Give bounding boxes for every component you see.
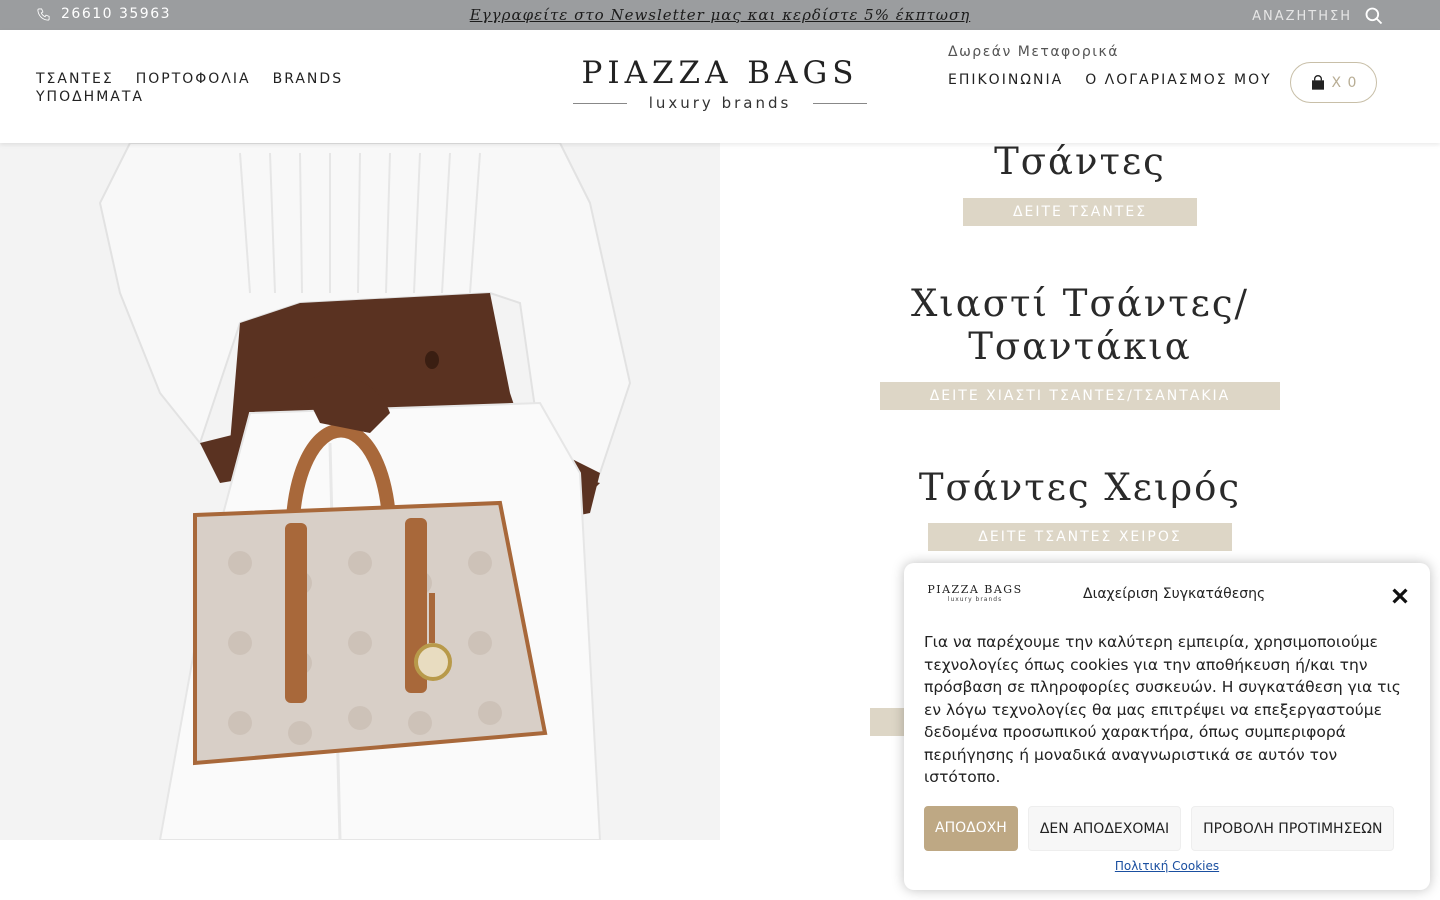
nav-item-brands[interactable]: BRANDS <box>273 71 343 87</box>
top-bar: 26610 35963 Εγγραφείτε στο Newsletter μα… <box>0 0 1440 30</box>
cookie-buttons: ΑΠΟΔΟΧΗ ΔΕΝ ΑΠΟΔΕΧΟΜΑΙ ΠΡΟΒΟΛΗ ΠΡΟΤΙΜΗΣΕ… <box>924 806 1395 851</box>
cookie-message: Για να παρέχουμε την καλύτερη εμπειρία, … <box>924 633 1401 786</box>
cart-count: X 0 <box>1331 74 1358 91</box>
nav-item-bags[interactable]: ΤΣΑΝΤΕΣ <box>36 71 114 87</box>
search-label: ΑΝΑΖΗΤΗΣΗ <box>1252 8 1352 24</box>
logo-tagline: luxury brands <box>648 94 792 112</box>
cart-button[interactable]: X 0 <box>1290 62 1377 103</box>
search-button[interactable]: ΑΝΑΖΗΤΗΣΗ <box>1252 6 1384 26</box>
nav-item-shoes[interactable]: ΥΠΟΔΗΜΑΤΑ <box>36 89 144 105</box>
cookie-logo-brand: PIAZZA BAGS <box>927 583 1023 596</box>
category-title: Τσάντες <box>994 140 1166 183</box>
cookie-dialog-title: Διαχείριση Συγκατάθεσης <box>1083 586 1266 602</box>
search-icon <box>1365 7 1383 25</box>
category-bags: Τσάντες ΔΕΙΤΕ ΤΣΑΝΤΕΣ <box>720 140 1440 226</box>
secondary-nav: Δωρεάν Μεταφορικά ΕΠΙΚΟΙΝΩΝΙΑ Ο ΛΟΓΑΡΙΑΣΜ… <box>948 44 1294 88</box>
cookie-policy-link[interactable]: Πολιτική Cookies <box>904 859 1430 873</box>
nav-item-contact[interactable]: ΕΠΙΚΟΙΝΩΝΙΑ <box>948 72 1063 88</box>
category-button[interactable]: ΔΕΙΤΕ ΧΙΑΣΤΙ ΤΣΑΝΤΕΣ/ΤΣΑΝΤΑΚΙΑ <box>879 382 1281 410</box>
preferences-button[interactable]: ΠΡΟΒΟΛΗ ΠΡΟΤΙΜΗΣΕΩΝ <box>1191 806 1395 851</box>
category-button[interactable]: ΔΕΙΤΕ ΤΣΑΝΤΕΣ <box>962 198 1198 226</box>
logo-tagline-row: luxury brands <box>560 94 880 112</box>
phone-number: 26610 35963 <box>61 6 172 22</box>
main-nav: ΤΣΑΝΤΕΣ ΠΟΡΤΟΦΟΛΙΑ BRANDS ΥΠΟΔΗΜΑΤΑ <box>36 70 396 106</box>
category-button[interactable]: ΔΕΙΤΕ ΤΣΑΝΤΕΣ ΧΕΙΡΟΣ <box>928 523 1232 551</box>
logo-brand: PIAZZA BAGS <box>581 55 859 91</box>
deny-button[interactable]: ΔΕΝ ΑΠΟΔΕΧΟΜΑΙ <box>1027 806 1182 851</box>
site-logo[interactable]: PIAZZA BAGS luxury brands <box>560 58 880 112</box>
category-handbags: Τσάντες Χειρός ΔΕΙΤΕ ΤΣΑΝΤΕΣ ΧΕΙΡΟΣ <box>720 466 1440 551</box>
nav-item-wallets[interactable]: ΠΟΡΤΟΦΟΛΙΑ <box>136 71 251 87</box>
category-title: Χιαστί Τσάντες/ Τσαντάκια <box>910 282 1250 368</box>
phone-link[interactable]: 26610 35963 <box>36 6 171 22</box>
hero-image <box>0 143 720 840</box>
free-shipping-notice: Δωρεάν Μεταφορικά <box>948 44 1119 60</box>
logo-rule-left <box>572 102 627 104</box>
newsletter-link[interactable]: Εγγραφείτε στο Newsletter μας και κερδίσ… <box>470 6 971 24</box>
phone-icon <box>37 7 50 21</box>
close-icon[interactable] <box>1389 585 1411 607</box>
cookie-consent-dialog: PIAZZA BAGS luxury brands Διαχείριση Συγ… <box>904 563 1430 890</box>
category-crossbody: Χιαστί Τσάντες/ Τσαντάκια ΔΕΙΤΕ ΧΙΑΣΤΙ Τ… <box>720 282 1440 410</box>
logo-rule-right <box>813 102 868 104</box>
site-header: ΤΣΑΝΤΕΣ ΠΟΡΤΟΦΟΛΙΑ BRANDS ΥΠΟΔΗΜΑΤΑ PIAZZA… <box>0 30 1440 143</box>
shopping-bag-icon <box>1311 74 1324 90</box>
nav-item-account[interactable]: Ο ΛΟΓΑΡΙΑΣΜΟΣ ΜΟΥ <box>1085 72 1271 88</box>
model-with-handbag-illustration <box>0 143 720 840</box>
cookie-logo: PIAZZA BAGS luxury brands <box>924 583 1026 603</box>
category-title: Τσάντες Χειρός <box>918 466 1242 509</box>
cookie-logo-tagline: luxury brands <box>947 596 1003 603</box>
accept-button[interactable]: ΑΠΟΔΟΧΗ <box>924 806 1018 851</box>
